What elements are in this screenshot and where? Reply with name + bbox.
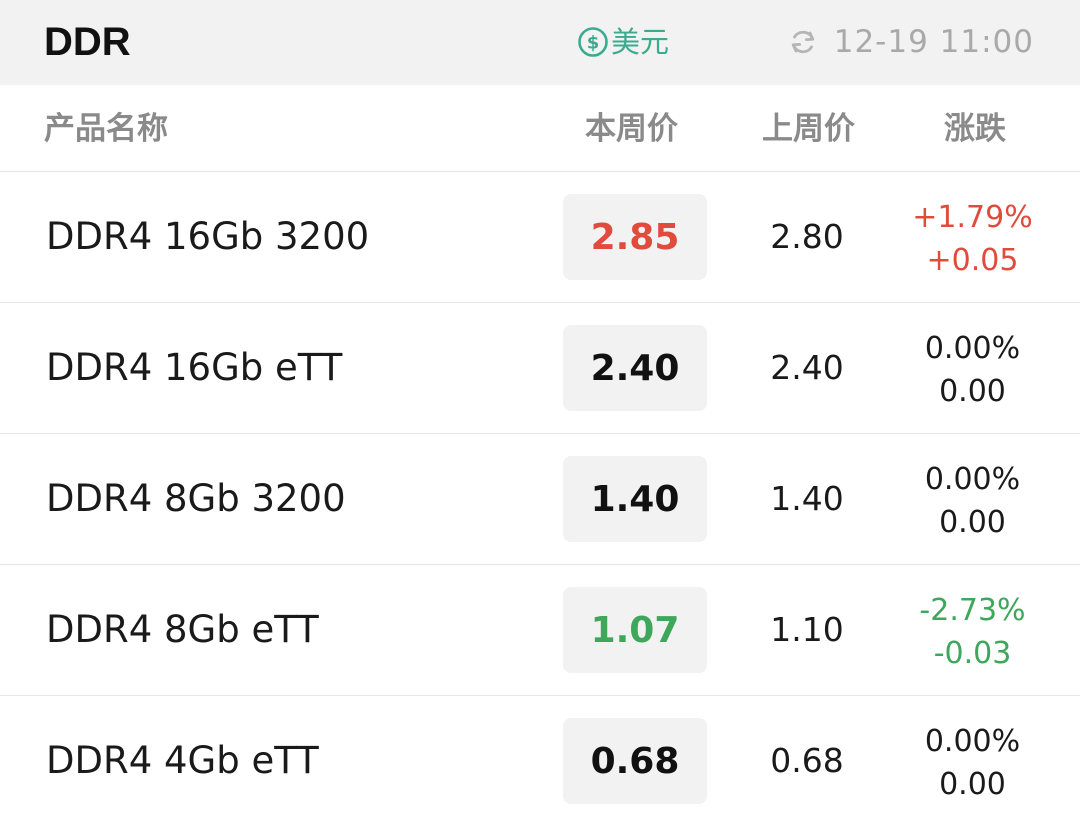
dollar-circle-icon: $	[577, 26, 609, 58]
change-percent: +1.79%	[912, 200, 1033, 235]
table-row[interactable]: DDR4 8Gb 3200 1.40 1.40 0.00% 0.00	[0, 434, 1080, 565]
table-row[interactable]: DDR4 8Gb eTT 1.07 1.10 -2.73% -0.03	[0, 565, 1080, 696]
price-change: 0.00% 0.00	[900, 720, 1045, 806]
update-info: 12-19 11:00	[788, 22, 1034, 62]
change-amount: 0.00	[939, 505, 1006, 540]
column-header-this-week[interactable]: 本周价	[585, 109, 678, 149]
change-amount: 0.00	[939, 374, 1006, 409]
this-week-price: 1.40	[563, 456, 707, 542]
price-table: DDR4 16Gb 3200 2.85 2.80 +1.79% +0.05 DD…	[0, 172, 1080, 826]
change-percent: 0.00%	[924, 724, 1021, 759]
svg-text:$: $	[587, 33, 600, 54]
currency-toggle[interactable]: $ 美元	[577, 22, 669, 62]
last-week-price: 0.68	[770, 741, 844, 780]
change-percent: -2.73%	[919, 593, 1026, 628]
last-week-price: 1.10	[770, 610, 844, 649]
product-name: DDR4 8Gb eTT	[46, 608, 319, 651]
update-time: 12-19 11:00	[833, 24, 1034, 60]
product-name: DDR4 16Gb 3200	[46, 215, 370, 258]
product-name: DDR4 16Gb eTT	[46, 346, 343, 389]
change-amount: 0.00	[939, 767, 1006, 802]
last-week-price: 2.80	[770, 217, 844, 256]
price-change: +1.79% +0.05	[900, 196, 1045, 282]
column-header-last-week[interactable]: 上周价	[762, 109, 855, 149]
top-bar: DDR $ 美元 12-19 11:00	[0, 0, 1080, 85]
last-week-price: 1.40	[770, 479, 844, 518]
column-header-change[interactable]: 涨跌	[944, 109, 1006, 149]
change-amount: +0.05	[926, 243, 1019, 278]
currency-label: 美元	[611, 25, 670, 59]
product-name: DDR4 4Gb eTT	[46, 739, 319, 782]
product-name: DDR4 8Gb 3200	[46, 477, 346, 520]
this-week-price: 0.68	[563, 718, 707, 804]
table-row[interactable]: DDR4 4Gb eTT 0.68 0.68 0.00% 0.00	[0, 696, 1080, 826]
this-week-price: 2.85	[563, 194, 707, 280]
last-week-price: 2.40	[770, 348, 844, 387]
table-row[interactable]: DDR4 16Gb eTT 2.40 2.40 0.00% 0.00	[0, 303, 1080, 434]
change-amount: -0.03	[933, 636, 1012, 671]
price-change: -2.73% -0.03	[900, 589, 1045, 675]
refresh-icon[interactable]	[788, 27, 818, 57]
change-percent: 0.00%	[924, 331, 1021, 366]
column-header-name[interactable]: 产品名称	[44, 109, 168, 149]
change-percent: 0.00%	[924, 462, 1021, 497]
price-change: 0.00% 0.00	[900, 458, 1045, 544]
this-week-price: 1.07	[563, 587, 707, 673]
this-week-price: 2.40	[563, 325, 707, 411]
table-row[interactable]: DDR4 16Gb 3200 2.85 2.80 +1.79% +0.05	[0, 172, 1080, 303]
table-header: 产品名称 本周价 上周价 涨跌	[0, 85, 1080, 172]
page-title: DDR	[44, 20, 131, 64]
price-change: 0.00% 0.00	[900, 327, 1045, 413]
